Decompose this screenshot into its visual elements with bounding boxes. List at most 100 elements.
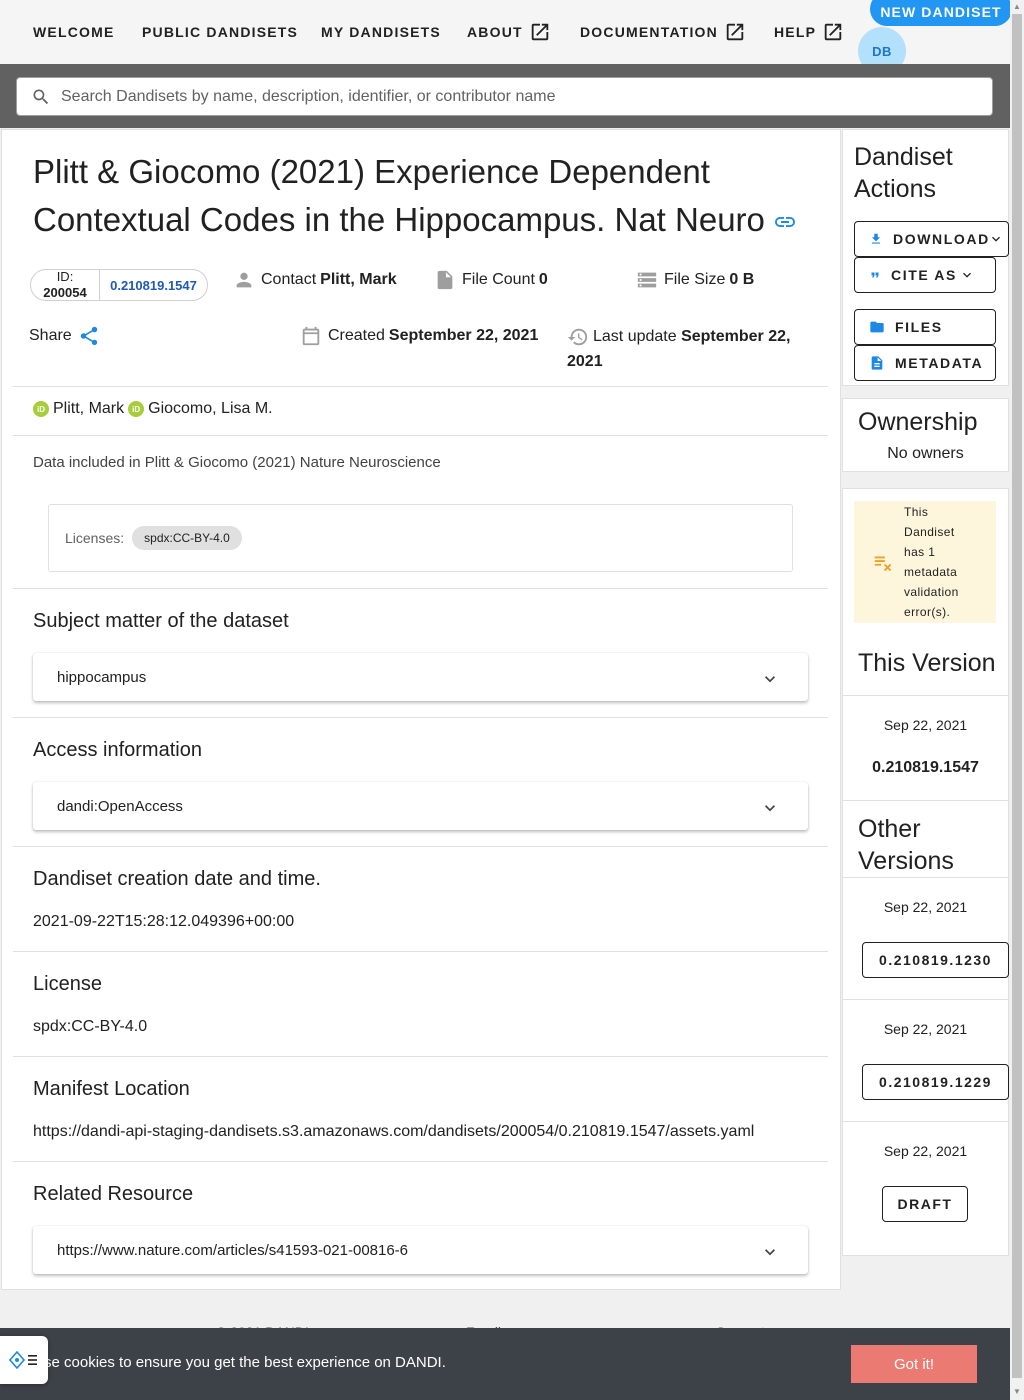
link-icon[interactable] bbox=[773, 210, 797, 234]
version-button[interactable]: 0.210819.1230 bbox=[862, 942, 1009, 978]
dandiset-id: ID: 200054 bbox=[31, 270, 99, 300]
cookie-settings-widget[interactable] bbox=[0, 1336, 48, 1384]
file-count: File Count 0 bbox=[434, 268, 548, 292]
created-label: Created bbox=[328, 327, 385, 344]
cookie-message: se cookies to ensure you get the best ex… bbox=[44, 1354, 446, 1371]
search-input[interactable] bbox=[59, 86, 959, 107]
contributors: iD Plitt, Mark iD Giocomo, Lisa M. bbox=[33, 400, 273, 418]
version-button[interactable]: 0.210819.1229 bbox=[862, 1064, 1009, 1100]
quote-icon bbox=[871, 272, 879, 278]
file-count-value: 0 bbox=[538, 271, 548, 288]
nav-about-label: ABOUT bbox=[467, 24, 523, 40]
other-versions-title: Other Versions bbox=[858, 813, 954, 877]
subject-value: hippocampus bbox=[57, 668, 147, 686]
nav-about[interactable]: ABOUT bbox=[467, 22, 551, 42]
divider bbox=[13, 435, 828, 436]
divider bbox=[13, 386, 828, 387]
file-count-label: File Count bbox=[462, 271, 535, 288]
file-icon bbox=[437, 270, 453, 290]
this-version-date: Sep 22, 2021 bbox=[883, 717, 968, 733]
warning-line: validation bbox=[904, 585, 959, 599]
files-label: FILES bbox=[895, 319, 943, 335]
share-button[interactable]: Share bbox=[29, 324, 106, 348]
dandiset-id-value: 200054 bbox=[43, 285, 87, 300]
download-button[interactable]: DOWNLOAD bbox=[854, 221, 1009, 257]
orcid-icon[interactable]: iD bbox=[33, 401, 49, 417]
cite-as-label: CITE AS bbox=[891, 267, 957, 283]
external-link-icon bbox=[824, 23, 842, 41]
search-icon bbox=[33, 89, 49, 104]
file-size-label: File Size bbox=[664, 271, 726, 288]
orcid-icon[interactable]: iD bbox=[128, 401, 145, 417]
validation-warning[interactable]: This Dandiset has 1 metadata validation … bbox=[854, 501, 996, 623]
external-link-icon bbox=[531, 23, 549, 41]
chevron-down-icon bbox=[765, 676, 775, 683]
ownership-value: No owners bbox=[887, 445, 964, 462]
dandiset-description: Data included in Plitt & Giocomo (2021) … bbox=[33, 454, 441, 471]
ownership-title: Ownership bbox=[858, 408, 978, 436]
document-icon bbox=[871, 356, 883, 370]
nav-public-dandisets[interactable]: PUBLIC DANDISETS bbox=[142, 22, 298, 42]
chevron-down-icon bbox=[765, 1249, 775, 1256]
contact-name: Plitt, Mark bbox=[320, 271, 397, 288]
warning-line: This bbox=[904, 505, 929, 519]
dandiset-version-chip[interactable]: 0.210819.1547 bbox=[99, 270, 207, 300]
subject-expansion-panel[interactable]: hippocampus bbox=[33, 653, 808, 701]
history-icon bbox=[567, 328, 588, 346]
license-chip: spdx:CC-BY-4.0 bbox=[132, 526, 242, 550]
divider bbox=[13, 588, 828, 589]
dandiset-title-text: Plitt & Giocomo (2021) Experience Depend… bbox=[33, 153, 765, 238]
calendar-icon bbox=[302, 326, 320, 346]
licenses-box: Licenses: spdx:CC-BY-4.0 bbox=[48, 504, 793, 572]
files-button[interactable]: FILES bbox=[854, 309, 996, 345]
nav-welcome[interactable]: WELCOME bbox=[33, 22, 115, 42]
metadata-button[interactable]: METADATA bbox=[854, 345, 996, 381]
divider bbox=[842, 999, 1009, 1000]
dandiset-id-chip: ID: 200054 0.210819.1547 bbox=[30, 269, 208, 301]
dandiset-main-card bbox=[1, 129, 841, 1290]
share-icon bbox=[80, 326, 97, 346]
folder-icon bbox=[870, 321, 884, 333]
divider bbox=[13, 846, 828, 847]
other-versions-title-line1: Other bbox=[858, 815, 921, 843]
actions-title-line2: Actions bbox=[854, 175, 936, 203]
subject-section-title: Subject matter of the dataset bbox=[33, 610, 289, 632]
created-date: September 22, 2021 bbox=[388, 327, 539, 344]
nav-help[interactable]: HELP bbox=[774, 22, 844, 42]
contact-info: Contact Plitt, Mark bbox=[233, 268, 397, 292]
related-value: https://www.nature.com/articles/s41593-0… bbox=[57, 1241, 409, 1259]
version-date: Sep 22, 2021 bbox=[883, 1143, 968, 1159]
contact-label: Contact bbox=[261, 271, 317, 288]
creation-value: 2021-09-22T15:28:12.049396+00:00 bbox=[33, 913, 295, 930]
playlist-remove-icon bbox=[874, 556, 892, 572]
manifest-value: https://dandi-api-staging-dandisets.s3.a… bbox=[33, 1123, 755, 1140]
scroll-down-arrow-icon[interactable]: ▼ bbox=[1013, 1388, 1021, 1396]
cookie-accept-button[interactable]: Got it! bbox=[851, 1345, 977, 1383]
divider bbox=[842, 1121, 1009, 1122]
nav-my-dandisets[interactable]: MY DANDISETS bbox=[321, 22, 441, 42]
dandiset-title: Plitt & Giocomo (2021) Experience Depend… bbox=[33, 148, 813, 244]
version-date: Sep 22, 2021 bbox=[883, 899, 968, 915]
nav-documentation[interactable]: DOCUMENTATION bbox=[580, 22, 746, 42]
draft-version-button[interactable]: DRAFT bbox=[882, 1186, 968, 1222]
other-versions-title-line2: Versions bbox=[858, 847, 954, 875]
scroll-up-arrow-icon[interactable]: ▲ bbox=[1013, 3, 1021, 11]
license-value: spdx:CC-BY-4.0 bbox=[33, 1018, 148, 1035]
scrollbar-thumb[interactable] bbox=[1012, 14, 1022, 1378]
new-dandiset-button[interactable]: NEW DANDISET bbox=[870, 0, 1012, 26]
access-expansion-panel[interactable]: dandi:OpenAccess bbox=[33, 782, 808, 830]
chevron-down-icon bbox=[992, 236, 1000, 242]
divider bbox=[842, 695, 1009, 696]
cite-as-button[interactable]: CITE AS bbox=[854, 257, 996, 293]
divider bbox=[13, 1161, 828, 1162]
file-size-value: 0 B bbox=[729, 271, 755, 288]
divider bbox=[13, 1056, 828, 1057]
contributor-name: Plitt, Mark bbox=[53, 400, 125, 417]
related-expansion-panel[interactable]: https://www.nature.com/articles/s41593-0… bbox=[33, 1226, 808, 1274]
person-icon bbox=[236, 272, 252, 288]
updated-info: Last update September 22, 2021 bbox=[567, 324, 807, 374]
warning-line: Dandiset bbox=[904, 525, 955, 539]
divider bbox=[842, 800, 1009, 801]
related-section-title: Related Resource bbox=[33, 1183, 194, 1205]
warning-line: error(s). bbox=[904, 605, 951, 619]
